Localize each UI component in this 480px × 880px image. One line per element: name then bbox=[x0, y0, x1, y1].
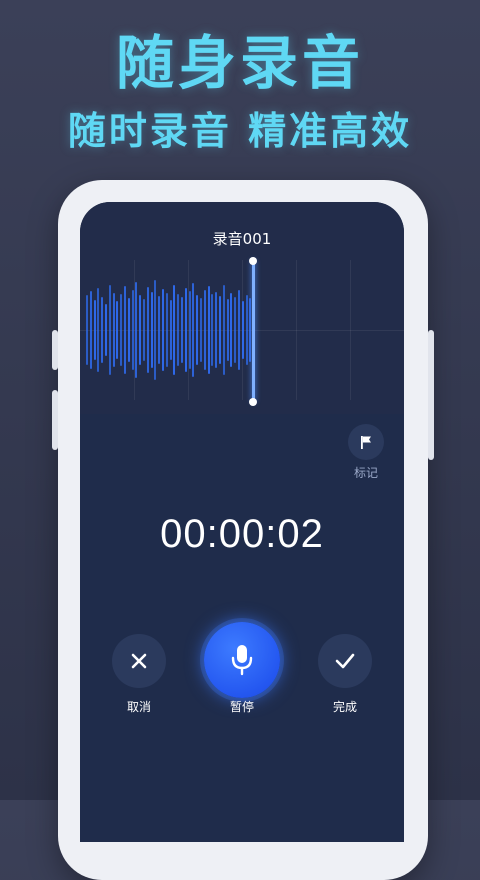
waveform-bar bbox=[188, 291, 191, 369]
waveform-bar bbox=[158, 296, 161, 364]
done-button[interactable] bbox=[318, 634, 372, 688]
waveform-bar bbox=[192, 283, 195, 377]
waveform-bar bbox=[143, 299, 145, 361]
waveform-bar bbox=[124, 286, 126, 374]
waveform-bar bbox=[101, 297, 104, 363]
waveform-bar bbox=[234, 297, 237, 363]
waveform-bar bbox=[135, 282, 138, 378]
waveform-bar bbox=[207, 286, 210, 374]
playhead[interactable] bbox=[252, 260, 255, 402]
phone-side-button bbox=[428, 330, 434, 460]
waveform-bar bbox=[116, 301, 119, 359]
waveform-bar bbox=[211, 294, 214, 366]
phone-screen: 录音001 标记 00:00:02 取消 暂停 完成 bbox=[80, 202, 404, 842]
waveform-bar bbox=[245, 295, 248, 365]
waveform-bar bbox=[215, 292, 218, 368]
flag-button[interactable] bbox=[348, 424, 384, 460]
waveform-bar bbox=[86, 295, 88, 365]
waveform-bar bbox=[165, 293, 168, 367]
cancel-label: 取消 bbox=[126, 700, 151, 714]
close-icon bbox=[131, 653, 147, 669]
flag-label: 标记 bbox=[353, 466, 378, 480]
waveform-bar bbox=[131, 290, 134, 370]
promo-headline: 随身录音 bbox=[115, 29, 364, 97]
waveform-bar bbox=[238, 290, 240, 370]
recording-title: 录音001 bbox=[212, 230, 272, 248]
recording-timer: 00:00:02 bbox=[160, 512, 324, 556]
waveform-bar bbox=[162, 289, 164, 371]
pause-label: 暂停 bbox=[229, 700, 254, 714]
waveform-bar bbox=[184, 288, 187, 372]
waveform-bar bbox=[173, 285, 176, 375]
waveform-bar bbox=[105, 304, 107, 356]
pause-button[interactable] bbox=[204, 622, 280, 698]
waveform-bar bbox=[150, 292, 153, 368]
waveform-bar bbox=[108, 285, 111, 375]
waveform-bar bbox=[154, 280, 157, 380]
microphone-icon bbox=[231, 645, 253, 676]
waveform-bar bbox=[200, 298, 202, 362]
check-icon bbox=[335, 653, 355, 669]
waveform-bar bbox=[222, 285, 225, 375]
done-label: 完成 bbox=[332, 700, 357, 714]
waveform-bar bbox=[93, 300, 96, 360]
waveform-bar bbox=[146, 287, 149, 373]
waveform-bar bbox=[97, 288, 100, 372]
playhead-bottom-handle[interactable] bbox=[249, 398, 257, 406]
phone-side-button bbox=[52, 330, 58, 370]
phone-side-button bbox=[52, 390, 58, 450]
playhead-top-handle[interactable] bbox=[249, 257, 257, 265]
waveform-bar bbox=[139, 295, 142, 365]
waveform-bar bbox=[177, 294, 180, 366]
waveform-bar bbox=[112, 293, 115, 367]
waveform-bar bbox=[169, 300, 172, 360]
waveform-bar bbox=[203, 290, 206, 370]
waveform-bar bbox=[230, 293, 233, 367]
promo-subheadline: 随时录音 精准高效 bbox=[67, 109, 413, 153]
audio-waveform bbox=[86, 260, 254, 400]
waveform-panel: 录音001 bbox=[80, 202, 404, 414]
waveform-bar bbox=[196, 295, 199, 365]
cancel-button[interactable] bbox=[112, 634, 166, 688]
waveform-bar bbox=[181, 297, 183, 363]
flag-icon bbox=[361, 436, 371, 449]
waveform-bar bbox=[226, 299, 229, 361]
waveform-bar bbox=[219, 296, 221, 364]
waveform-bar bbox=[241, 301, 244, 359]
waveform-bar bbox=[127, 298, 130, 362]
waveform-bar bbox=[89, 291, 92, 369]
waveform-bar bbox=[120, 294, 123, 366]
